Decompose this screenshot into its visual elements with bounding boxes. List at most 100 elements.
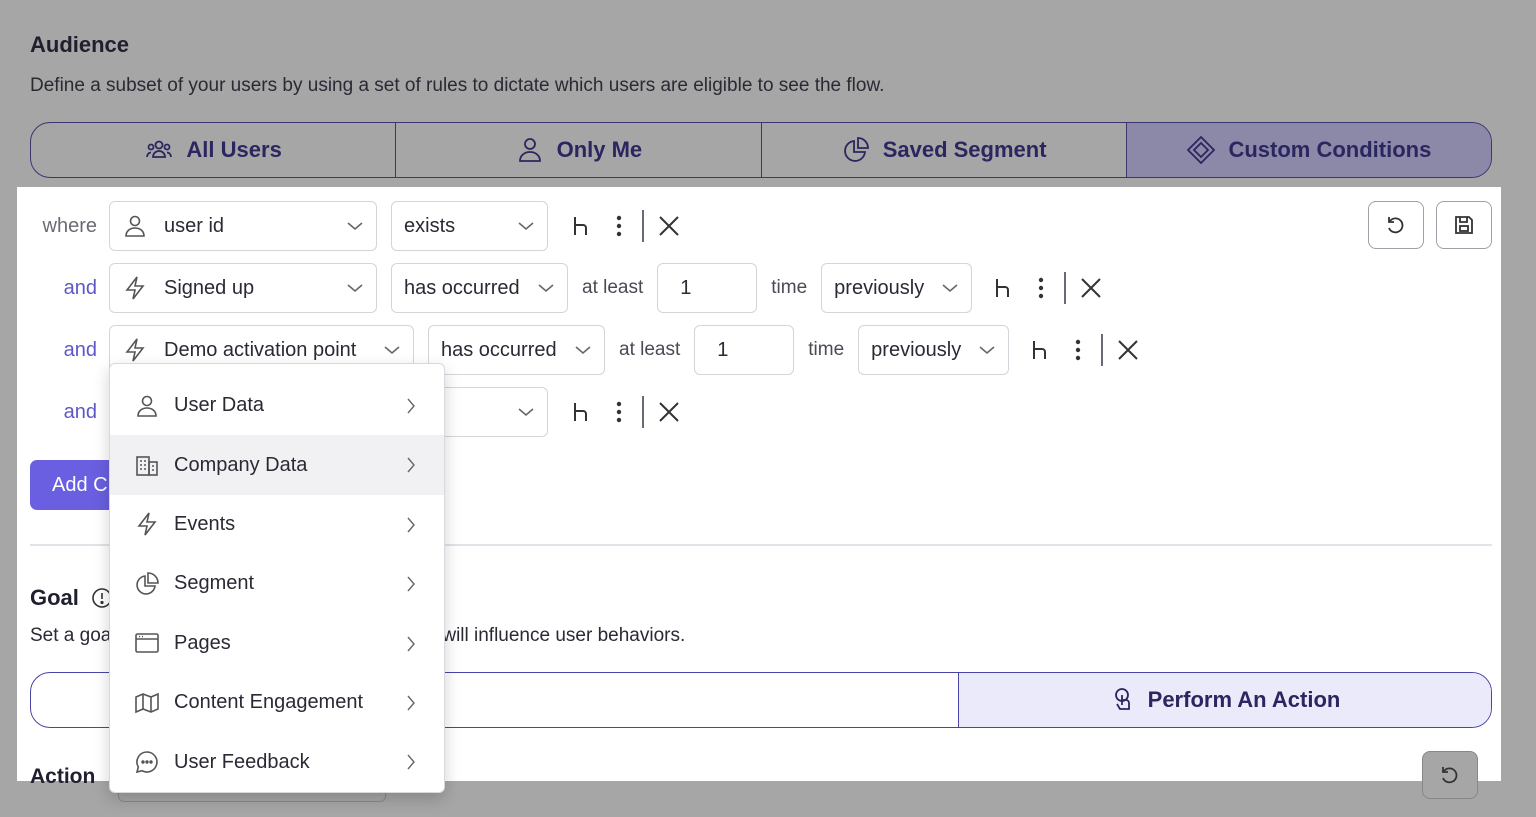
dropdown-item-segment[interactable]: Segment: [110, 554, 444, 613]
browser-window-icon: [135, 633, 159, 654]
divider: [642, 396, 644, 428]
goal-description-end: will influence user behaviors.: [442, 625, 686, 646]
chevron-right-icon: [407, 457, 415, 473]
field-select[interactable]: user id: [109, 201, 377, 251]
branch-icon: [574, 217, 587, 235]
tab-label: Saved Segment: [882, 137, 1047, 162]
chevron-right-icon: [407, 517, 415, 533]
branch-icon: [996, 279, 1010, 297]
chevron-right-icon: [407, 636, 415, 652]
tab-all-users[interactable]: All Users: [31, 123, 397, 177]
dropdown-item-user-data[interactable]: User Data: [110, 376, 444, 435]
branch-icon: [574, 403, 587, 421]
chevron-right-icon: [407, 754, 415, 770]
dropdown-item-label: Content Engagement: [174, 691, 364, 714]
more-options-button[interactable]: [606, 213, 632, 239]
reset-button[interactable]: [1422, 751, 1478, 799]
reset-button[interactable]: [1368, 201, 1424, 249]
more-options-button[interactable]: [1065, 337, 1091, 363]
count-input[interactable]: 1: [657, 263, 758, 313]
dropdown-item-label: User Feedback: [174, 750, 310, 773]
undo-icon: [1388, 217, 1404, 234]
lightning-icon: [125, 338, 145, 362]
tab-only-me[interactable]: Only Me: [396, 123, 762, 177]
branch-button[interactable]: [568, 213, 594, 239]
save-button[interactable]: [1436, 201, 1492, 249]
goal-description-start: Set a goa: [30, 625, 112, 646]
branch-button[interactable]: [1027, 337, 1053, 363]
dropdown-item-label: User Data: [174, 394, 265, 417]
operator-select-value: has occurred: [404, 276, 520, 299]
audience-segment-control: All Users Only Me Saved Segment Custom C…: [30, 122, 1492, 178]
goal-title-text: Goal: [30, 585, 79, 610]
more-vertical-icon: [616, 215, 622, 237]
divider: [1064, 272, 1066, 304]
chevron-right-icon: [407, 576, 415, 592]
chevron-down-icon: [347, 222, 363, 231]
timeframe-select-value: previously: [871, 338, 962, 361]
chevron-down-icon: [979, 346, 995, 355]
condition-conjunction: and: [63, 400, 97, 423]
dropdown-item-user-feedback[interactable]: User Feedback: [110, 732, 444, 791]
remove-condition-button[interactable]: [656, 399, 682, 425]
branch-button[interactable]: [990, 275, 1016, 301]
operator-select[interactable]: has occurred: [428, 325, 605, 375]
branch-icon: [1033, 341, 1047, 359]
audience-title: Audience: [30, 32, 130, 57]
undo-icon: [1442, 767, 1458, 784]
field-select[interactable]: Signed up: [109, 263, 377, 313]
user-icon: [137, 395, 157, 417]
save-icon: [1455, 216, 1473, 234]
building-icon: [136, 456, 158, 476]
at-least-label: at least: [619, 339, 681, 360]
tab-label: Perform An Action: [1147, 687, 1341, 712]
lightning-icon: [125, 276, 145, 300]
count-input[interactable]: 1: [694, 325, 795, 375]
chevron-down-icon: [347, 284, 363, 293]
divider: [642, 210, 644, 242]
field-select-value: Signed up: [164, 276, 255, 299]
divider: [1101, 334, 1103, 366]
remove-condition-button[interactable]: [656, 213, 682, 239]
tab-saved-segment[interactable]: Saved Segment: [762, 123, 1127, 177]
remove-condition-button[interactable]: [1078, 275, 1104, 301]
timeframe-select[interactable]: previously: [858, 325, 1010, 375]
at-least-label: at least: [582, 277, 644, 298]
operator-select-value: has occurred: [441, 338, 557, 361]
map-icon: [135, 692, 159, 713]
chevron-down-icon: [575, 346, 591, 355]
users-group-icon: [146, 140, 173, 158]
chevron-down-icon: [942, 284, 958, 293]
dropdown-item-pages[interactable]: Pages: [110, 614, 444, 673]
goal-title: Goal: [30, 585, 113, 611]
more-options-button[interactable]: [606, 399, 632, 425]
tab-perform-an-action[interactable]: Perform An Action: [959, 673, 1491, 727]
chevron-down-icon: [518, 222, 534, 231]
dropdown-item-content-engagement[interactable]: Content Engagement: [110, 673, 444, 732]
pointer-tap-icon: [1114, 688, 1130, 710]
chevron-down-icon: [518, 408, 534, 417]
condition-conjunction: and: [63, 338, 97, 361]
branch-button[interactable]: [568, 399, 594, 425]
chevron-right-icon: [407, 695, 415, 711]
remove-condition-button[interactable]: [1115, 337, 1141, 363]
timeframe-select-value: previously: [834, 276, 925, 299]
condition-conjunction: and: [63, 276, 97, 299]
operator-select[interactable]: exists: [391, 201, 548, 251]
action-label: Action: [30, 765, 96, 788]
field-select-value: user id: [164, 214, 225, 237]
operator-select-value: exists: [404, 214, 456, 237]
condition-conjunction: where: [42, 214, 97, 237]
lightning-icon: [137, 512, 157, 536]
dropdown-item-company-data[interactable]: Company Data: [110, 435, 444, 495]
time-label: time: [808, 339, 845, 360]
timeframe-select[interactable]: previously: [821, 263, 973, 313]
more-options-button[interactable]: [1028, 275, 1054, 301]
operator-select[interactable]: has occurred: [391, 263, 568, 313]
dropdown-item-events[interactable]: Events: [110, 495, 444, 554]
user-icon: [518, 138, 541, 162]
audience-description: Define a subset of your users by using a…: [30, 75, 885, 96]
tab-custom-conditions[interactable]: Custom Conditions: [1126, 123, 1491, 177]
close-icon: [1117, 340, 1138, 360]
dropdown-item-label: Company Data: [174, 453, 308, 476]
